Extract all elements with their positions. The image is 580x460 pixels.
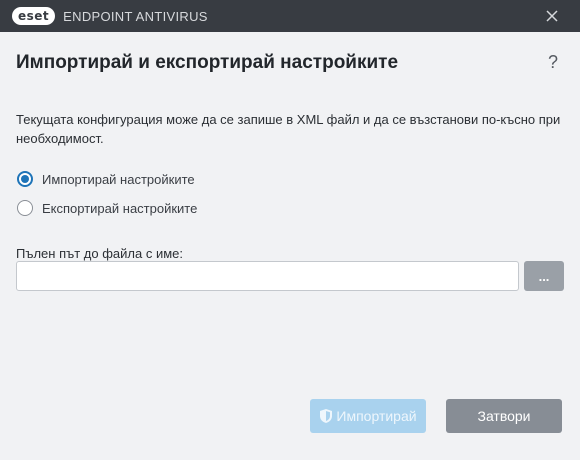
title-bar: eset ENDPOINT ANTIVIRUS [0,0,580,32]
logo-badge: eset [12,7,56,25]
path-field-label: Пълен път до файла с име: [16,246,184,261]
close-button[interactable]: Затвори [446,399,562,433]
import-button-label: Импортирай [336,408,417,424]
help-icon[interactable]: ? [548,52,558,73]
page-title: Импортирай и експортирай настройките [16,52,399,73]
radio-label: Експортирай настройките [42,200,198,216]
radio-label: Импортирай настройките [42,171,195,187]
description-text: Текущата конфигурация може да се запише … [16,112,561,146]
browse-button[interactable]: ... [524,261,564,291]
import-button[interactable]: Импортирай [310,399,426,433]
close-icon[interactable] [544,8,560,24]
eset-logo: eset ENDPOINT ANTIVIRUS [12,7,208,25]
file-path-input[interactable] [16,261,519,291]
radio-export-settings[interactable]: Експортирай настройките [17,200,197,216]
radio-button-checked[interactable] [17,171,33,187]
shield-icon [319,408,333,424]
radio-import-settings[interactable]: Импортирай настройките [17,171,195,187]
app-name: ENDPOINT ANTIVIRUS [63,8,208,24]
radio-button-unchecked[interactable] [17,200,33,216]
